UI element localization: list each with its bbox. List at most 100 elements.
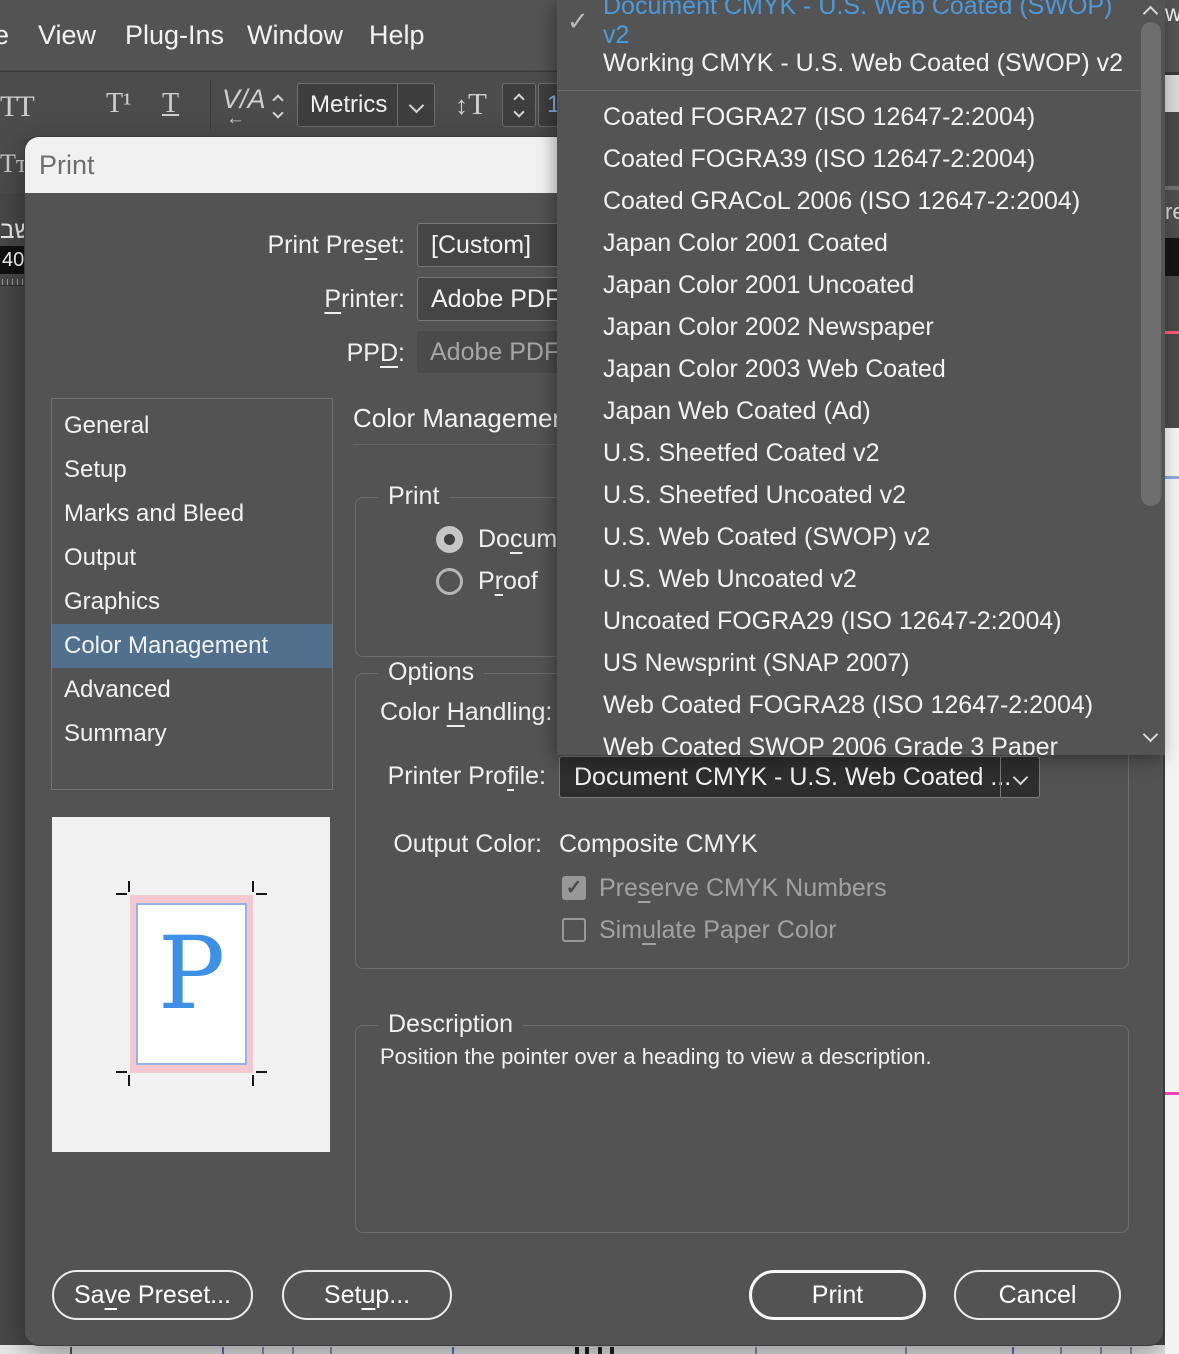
- all-caps-icon[interactable]: TT: [0, 90, 33, 124]
- profile-option[interactable]: ✓ Coated FOGRA27 (ISO 12647-2:2004): [557, 96, 1137, 138]
- profile-option-label: U.S. Sheetfed Uncoated v2: [603, 481, 906, 510]
- profile-option[interactable]: ✓ Working CMYK - U.S. Web Coated (SWOP) …: [557, 42, 1137, 84]
- description-text: Position the pointer over a heading to v…: [380, 1044, 932, 1070]
- page-preview: P: [52, 817, 330, 1152]
- guide-line-magenta: [1165, 1092, 1179, 1095]
- cancel-button[interactable]: Cancel: [954, 1270, 1121, 1320]
- settings-page-item[interactable]: General: [52, 404, 332, 448]
- printer-profile-dropdown: ✓ Document CMYK - U.S. Web Coated (SWOP)…: [557, 0, 1165, 755]
- crop-mark: [252, 881, 254, 892]
- scale-stepper[interactable]: [502, 83, 536, 127]
- checkmark-icon: ✓: [567, 6, 603, 37]
- menu-help[interactable]: Help: [369, 0, 425, 70]
- profile-option-label: Japan Color 2002 Newspaper: [603, 313, 934, 342]
- dropdown-scrollbar[interactable]: [1137, 0, 1165, 755]
- profile-options-list: ✓ Document CMYK - U.S. Web Coated (SWOP)…: [557, 0, 1137, 755]
- profile-option[interactable]: ✓ Coated FOGRA39 (ISO 12647-2:2004): [557, 138, 1137, 180]
- settings-page-item[interactable]: Marks and Bleed: [52, 492, 332, 536]
- profile-option-label: Coated FOGRA39 (ISO 12647-2:2004): [603, 145, 1035, 174]
- menu-window[interactable]: Window: [247, 0, 343, 70]
- background-number-field: 40: [0, 246, 24, 274]
- profile-option[interactable]: ✓ Coated GRACoL 2006 (ISO 12647-2:2004): [557, 180, 1137, 222]
- profile-option[interactable]: ✓ U.S. Web Coated (SWOP) v2: [557, 516, 1137, 558]
- guide-line-blue: [1165, 476, 1179, 479]
- menu-view[interactable]: View: [38, 0, 96, 70]
- settings-page-item[interactable]: Summary: [52, 712, 332, 756]
- crop-mark: [116, 1071, 127, 1073]
- scroll-down-icon[interactable]: [1145, 727, 1156, 745]
- profile-option[interactable]: ✓ Japan Color 2001 Uncoated: [557, 264, 1137, 306]
- chevron-down-icon[interactable]: [1000, 757, 1039, 797]
- checkbox-checked-icon[interactable]: ✓: [562, 876, 586, 900]
- crop-mark: [256, 893, 267, 895]
- description-group-legend: Description: [378, 1010, 523, 1039]
- printer-profile-combobox[interactable]: Document CMYK - U.S. Web Coated ...: [559, 756, 1040, 798]
- profile-option-label: Japan Color 2001 Uncoated: [603, 271, 914, 300]
- profile-option[interactable]: ✓ Japan Color 2002 Newspaper: [557, 306, 1137, 348]
- vertical-scale-icon[interactable]: ↕T: [455, 86, 487, 122]
- profile-option[interactable]: ✓ U.S. Sheetfed Uncoated v2: [557, 474, 1137, 516]
- setup-button[interactable]: Setup...: [282, 1270, 452, 1320]
- profile-option[interactable]: ✓ U.S. Web Uncoated v2: [557, 558, 1137, 600]
- output-color-value: Composite CMYK: [559, 830, 758, 859]
- menu-plugins[interactable]: Plug-Ins: [125, 0, 224, 70]
- edge-text-fragment: w: [1165, 0, 1179, 72]
- profile-option-label: Web Coated FOGRA28 (ISO 12647-2:2004): [603, 691, 1093, 720]
- scrollbar-thumb[interactable]: [1141, 22, 1161, 506]
- settings-page-item[interactable]: Output: [52, 536, 332, 580]
- ppd-label: PPD:: [85, 331, 405, 375]
- crop-mark: [252, 1075, 254, 1086]
- superscript-icon[interactable]: T¹: [106, 88, 132, 120]
- page-content-letter: P: [138, 919, 245, 1029]
- profile-option[interactable]: ✓ US Newsprint (SNAP 2007): [557, 642, 1137, 684]
- crop-mark: [128, 1075, 130, 1086]
- edge-text-fragment-2: re: [1165, 190, 1179, 238]
- preserve-cmyk-label: Preserve CMYK Numbers: [599, 874, 887, 903]
- save-preset-button[interactable]: Save Preset...: [52, 1270, 253, 1320]
- profile-option-label: U.S. Web Uncoated v2: [603, 565, 857, 594]
- background-bottom-ruler: [0, 1345, 1179, 1354]
- printer-profile-label: Printer Profile:: [356, 762, 546, 791]
- settings-page-item[interactable]: Graphics: [52, 580, 332, 624]
- menu-item-partial: e: [0, 0, 9, 70]
- profile-option[interactable]: ✓ Uncoated FOGRA29 (ISO 12647-2:2004): [557, 600, 1137, 642]
- chevron-down-icon[interactable]: [397, 84, 434, 126]
- profile-option-label: U.S. Web Coated (SWOP) v2: [603, 523, 930, 552]
- profile-option[interactable]: ✓ Japan Web Coated (Ad): [557, 390, 1137, 432]
- profile-option-label: Coated GRACoL 2006 (ISO 12647-2:2004): [603, 187, 1080, 216]
- preserve-cmyk-checkbox[interactable]: ✓ Preserve CMYK Numbers: [562, 874, 887, 902]
- underline-icon[interactable]: T: [162, 88, 179, 120]
- profile-option-label: US Newsprint (SNAP 2007): [603, 649, 910, 678]
- profile-option[interactable]: ✓ Web Coated SWOP 2006 Grade 3 Paper: [557, 726, 1137, 755]
- background-text-fragment: שב: [0, 217, 25, 245]
- profile-option[interactable]: ✓ U.S. Sheetfed Coated v2: [557, 432, 1137, 474]
- section-title: Color Management: [353, 403, 574, 434]
- print-button[interactable]: Print: [749, 1270, 926, 1320]
- ruler-fragment: [0, 277, 25, 286]
- profile-option-label: Working CMYK - U.S. Web Coated (SWOP) v2: [603, 49, 1123, 78]
- radio-off-icon[interactable]: [436, 568, 463, 595]
- print-group-legend: Print: [378, 482, 449, 511]
- settings-page-item[interactable]: Color Management: [52, 624, 332, 668]
- profile-option-label: Japan Color 2001 Coated: [603, 229, 888, 258]
- profile-option[interactable]: ✓ Web Coated FOGRA28 (ISO 12647-2:2004): [557, 684, 1137, 726]
- settings-page-item[interactable]: Advanced: [52, 668, 332, 712]
- kerning-stepper[interactable]: [264, 86, 292, 126]
- printer-label: Printer:: [85, 277, 405, 321]
- background-right-edge: w re: [1165, 0, 1179, 1354]
- radio-proof[interactable]: Proof: [436, 566, 538, 596]
- profile-option[interactable]: ✓ Japan Color 2003 Web Coated: [557, 348, 1137, 390]
- profile-option-label: Japan Web Coated (Ad): [603, 397, 871, 426]
- description-group: Description Position the pointer over a …: [355, 1025, 1129, 1233]
- settings-page-item[interactable]: Setup: [52, 448, 332, 492]
- checkbox-empty-icon[interactable]: [562, 918, 586, 942]
- profile-option-label: Web Coated SWOP 2006 Grade 3 Paper: [603, 733, 1058, 756]
- simulate-paper-checkbox[interactable]: Simulate Paper Color: [562, 916, 837, 944]
- kerning-combobox[interactable]: Metrics: [297, 83, 435, 127]
- page-thumbnail: P: [136, 903, 247, 1065]
- profile-option-label: Japan Color 2003 Web Coated: [603, 355, 946, 384]
- simulate-paper-label: Simulate Paper Color: [599, 916, 837, 945]
- profile-option[interactable]: ✓ Japan Color 2001 Coated: [557, 222, 1137, 264]
- radio-on-icon[interactable]: [436, 526, 463, 553]
- profile-option[interactable]: ✓ Document CMYK - U.S. Web Coated (SWOP)…: [557, 0, 1137, 42]
